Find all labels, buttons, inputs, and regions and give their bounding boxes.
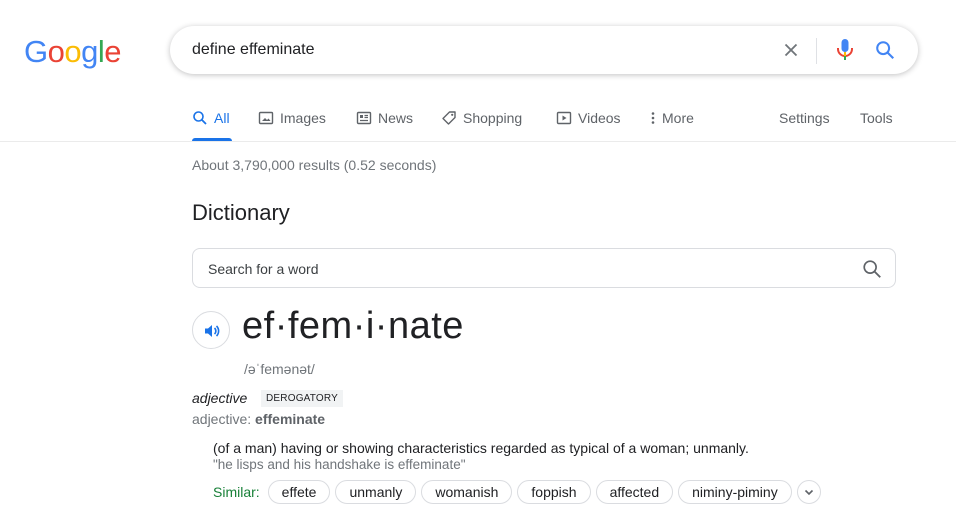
phonetic: /əˈfemənət/ xyxy=(244,361,315,377)
tab-label: News xyxy=(378,110,414,126)
logo-letter: g xyxy=(81,34,98,69)
news-icon xyxy=(356,110,372,126)
logo-letter: o xyxy=(64,34,82,69)
tab-more[interactable]: More xyxy=(650,108,694,128)
similar-chip[interactable]: womanish xyxy=(421,480,513,504)
dictionary-title: Dictionary xyxy=(192,200,290,225)
settings-link[interactable]: Settings xyxy=(779,108,830,128)
word-form-word: effeminate xyxy=(255,411,326,427)
tools-link[interactable]: Tools xyxy=(860,108,893,128)
tab-videos[interactable]: Videos xyxy=(556,108,621,128)
tab-news[interactable]: News xyxy=(356,108,413,128)
microphone-icon[interactable] xyxy=(834,37,856,63)
word-search-box[interactable]: Search for a word xyxy=(192,248,896,288)
search-box[interactable]: define effeminate xyxy=(170,26,918,74)
logo-letter: G xyxy=(24,34,48,69)
tag-icon xyxy=(441,110,457,126)
similar-chip[interactable]: affected xyxy=(595,480,674,504)
active-tab-indicator xyxy=(192,138,232,141)
word-form-prefix: adjective: xyxy=(192,411,256,427)
similar-chip[interactable]: foppish xyxy=(517,480,591,504)
search-icon[interactable] xyxy=(874,39,896,61)
clear-icon[interactable] xyxy=(780,38,802,62)
word-search-input[interactable]: Search for a word xyxy=(208,261,319,277)
google-logo[interactable]: Google xyxy=(24,34,122,70)
image-icon xyxy=(258,110,274,126)
search-input[interactable]: define effeminate xyxy=(192,41,314,59)
definition: (of a man) having or showing characteris… xyxy=(213,440,749,456)
logo-letter: o xyxy=(47,34,65,69)
example-sentence: "he lisps and his handshake is effeminat… xyxy=(213,457,466,472)
similar-chip[interactable]: effete xyxy=(267,480,331,504)
similar-chip[interactable]: niminy-piminy xyxy=(678,480,792,504)
tab-all[interactable]: All xyxy=(192,108,230,128)
search-icon[interactable] xyxy=(861,258,883,280)
word-form: adjective: effeminate xyxy=(192,411,325,427)
tab-images[interactable]: Images xyxy=(258,108,326,128)
chevron-down-icon xyxy=(804,489,813,496)
logo-letter: e xyxy=(104,34,122,69)
headword: ef·fem·i·nate xyxy=(242,305,464,347)
expand-similar-button[interactable] xyxy=(796,480,821,504)
speaker-icon xyxy=(205,325,220,337)
tab-label: Videos xyxy=(578,110,621,126)
similar-chip[interactable]: unmanly xyxy=(335,480,417,504)
search-divider xyxy=(816,38,817,64)
tab-label: All xyxy=(214,110,230,126)
more-vert-icon xyxy=(650,110,656,126)
tab-label: More xyxy=(662,110,694,126)
tab-shopping[interactable]: Shopping xyxy=(441,108,522,128)
part-of-speech: adjective xyxy=(192,390,248,406)
tab-label: Shopping xyxy=(463,110,523,126)
search-tabs: All Images News Shopping Videos More Set… xyxy=(0,100,956,142)
play-icon xyxy=(556,110,572,126)
result-stats: About 3,790,000 results (0.52 seconds) xyxy=(192,157,437,173)
tab-label: Images xyxy=(280,110,326,126)
register-badge: DEROGATORY xyxy=(261,390,344,407)
pronunciation-button[interactable] xyxy=(192,311,230,349)
similar-words: Similar: effete unmanly womanish foppish… xyxy=(213,480,821,504)
search-icon xyxy=(192,110,208,126)
similar-label: Similar: xyxy=(213,484,260,500)
